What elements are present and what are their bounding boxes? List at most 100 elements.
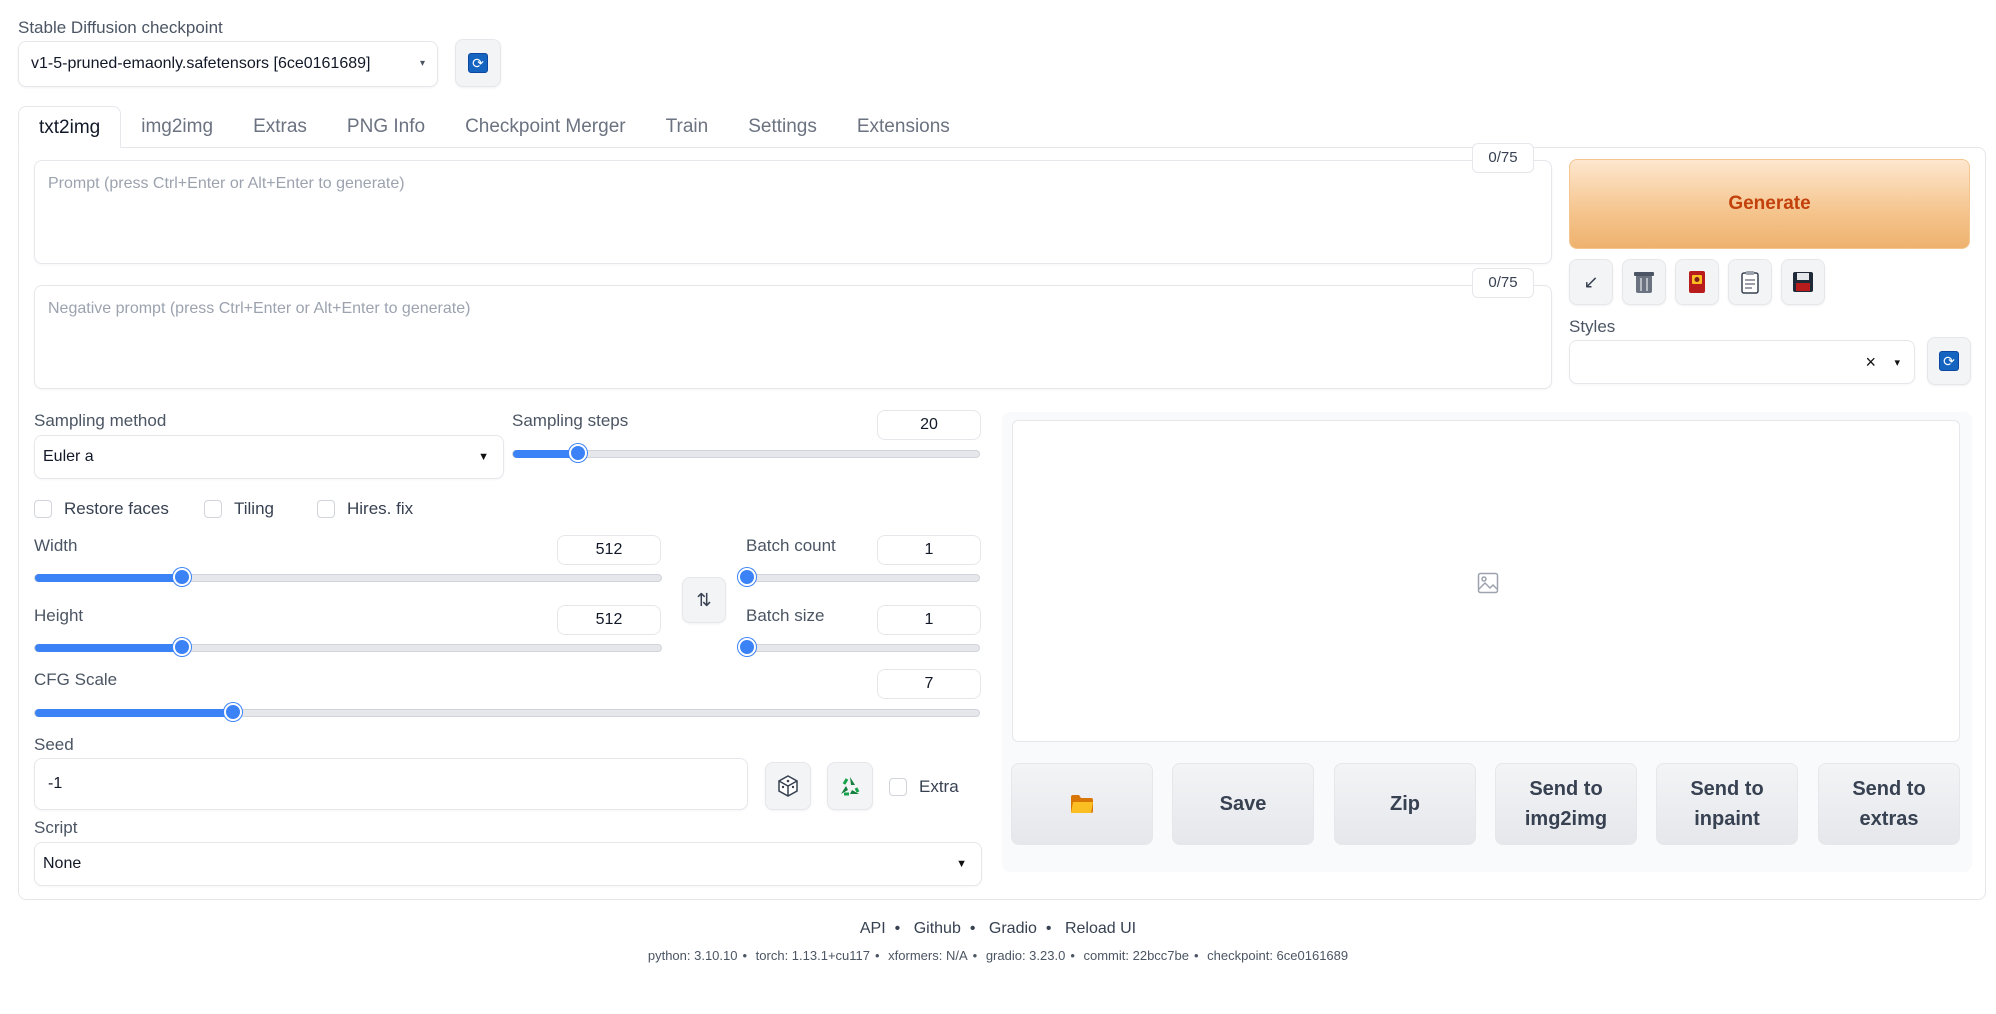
tab-extensions[interactable]: Extensions <box>837 106 970 148</box>
chevron-down-icon: ▾ <box>1894 356 1900 369</box>
image-placeholder-icon <box>1477 572 1499 594</box>
python-version: python: 3.10.10 <box>647 948 738 963</box>
checkpoint-value: v1-5-pruned-emaonly.safetensors [6ce0161… <box>31 55 371 72</box>
trash-icon <box>1634 272 1654 293</box>
seed-input[interactable]: -1 <box>34 758 748 810</box>
refresh-icon: ⟳ <box>1939 351 1959 371</box>
red-book-icon <box>1689 271 1705 293</box>
open-folder-button[interactable] <box>1011 763 1153 845</box>
batch-count-label: Batch count <box>746 536 836 555</box>
zip-button[interactable]: Zip <box>1334 763 1476 845</box>
tab-train[interactable]: Train <box>646 106 729 148</box>
prompt-token-counter: 0/75 <box>1472 143 1534 173</box>
prompt-placeholder: Prompt (press Ctrl+Enter or Alt+Enter to… <box>48 175 405 192</box>
batch-size-slider[interactable] <box>738 638 980 656</box>
slider-thumb[interactable] <box>173 568 192 586</box>
batch-size-input[interactable]: 1 <box>877 605 981 635</box>
cfg-scale-label: CFG Scale <box>34 670 118 689</box>
github-link[interactable]: Github <box>914 920 961 937</box>
hires-fix-label: Hires. fix <box>347 499 414 518</box>
chevron-down-icon: ▼ <box>956 858 967 870</box>
extra-seed-checkbox[interactable]: Extra <box>889 777 959 797</box>
cfg-scale-input[interactable]: 7 <box>877 669 981 699</box>
chevron-down-icon: ▾ <box>419 58 425 69</box>
tab-extras[interactable]: Extras <box>233 106 327 148</box>
clear-prompt-button[interactable] <box>1622 259 1666 305</box>
reload-ui-link[interactable]: Reload UI <box>1065 920 1136 937</box>
footer-links: API • Github • Gradio • Reload UI <box>859 920 1137 937</box>
recycle-icon <box>841 777 860 796</box>
refresh-styles-button[interactable]: ⟳ <box>1927 337 1971 385</box>
clear-icon[interactable]: × <box>1865 352 1876 373</box>
folder-icon <box>1071 795 1093 813</box>
negative-prompt-token-counter: 0/75 <box>1472 268 1534 298</box>
tiling-label: Tiling <box>234 499 274 518</box>
apply-styles-button[interactable] <box>1728 259 1772 305</box>
send-to-img2img-button[interactable]: Send to img2img <box>1495 763 1637 845</box>
refresh-checkpoint-button[interactable]: ⟳ <box>455 39 501 87</box>
slider-thumb[interactable] <box>738 638 756 656</box>
height-input[interactable]: 512 <box>557 605 661 635</box>
extra-networks-button[interactable] <box>1675 259 1719 305</box>
version-info: python: 3.10.10 • torch: 1.13.1+cu117 • xf… <box>647 948 1349 963</box>
dice-icon <box>778 775 798 797</box>
styles-label: Styles <box>1569 317 1616 336</box>
width-label: Width <box>34 536 78 555</box>
generate-button[interactable]: Generate <box>1569 159 1970 249</box>
swap-dimensions-button[interactable]: ⇅ <box>682 577 726 623</box>
slider-thumb[interactable] <box>173 638 192 656</box>
height-label: Height <box>34 606 84 625</box>
send-to-inpaint-button[interactable]: Send to inpaint <box>1656 763 1798 845</box>
tiling-checkbox[interactable]: Tiling <box>204 499 274 519</box>
refresh-icon: ⟳ <box>468 53 488 73</box>
hires-fix-checkbox[interactable]: Hires. fix <box>317 499 413 519</box>
seed-label: Seed <box>34 735 74 754</box>
gradio-link[interactable]: Gradio <box>989 920 1037 937</box>
image-gallery <box>1012 420 1960 742</box>
batch-count-slider[interactable] <box>738 568 980 586</box>
tab-png-info[interactable]: PNG Info <box>327 106 445 148</box>
sampling-steps-label: Sampling steps <box>512 411 629 430</box>
restore-faces-label: Restore faces <box>64 499 169 518</box>
tab-checkpoint-merger[interactable]: Checkpoint Merger <box>445 106 646 148</box>
extra-label: Extra <box>919 777 959 796</box>
negative-prompt-input[interactable]: Negative prompt (press Ctrl+Enter or Alt… <box>34 285 1552 389</box>
prompt-input[interactable]: Prompt (press Ctrl+Enter or Alt+Enter to… <box>34 160 1552 264</box>
sampling-method-select[interactable]: Euler a ▼ <box>34 435 504 479</box>
sampling-method-label: Sampling method <box>34 411 167 430</box>
height-slider[interactable] <box>34 638 662 656</box>
reuse-seed-button[interactable] <box>827 762 873 810</box>
save-style-button[interactable] <box>1781 259 1825 305</box>
sampling-steps-input[interactable]: 20 <box>877 410 981 440</box>
styles-select[interactable]: × ▾ <box>1569 340 1915 384</box>
restore-faces-checkbox[interactable]: Restore faces <box>34 499 169 519</box>
api-link[interactable]: API <box>860 920 886 937</box>
xformers-version: xformers: N/A <box>888 948 968 963</box>
width-input[interactable]: 512 <box>557 535 661 565</box>
script-value: None <box>43 855 82 872</box>
batch-count-input[interactable]: 1 <box>877 535 981 565</box>
script-label: Script <box>34 818 78 837</box>
tab-settings[interactable]: Settings <box>728 106 837 148</box>
random-seed-button[interactable] <box>765 762 811 810</box>
read-generation-params-button[interactable]: ↙ <box>1569 259 1613 305</box>
checkpoint-select[interactable]: v1-5-pruned-emaonly.safetensors [6ce0161… <box>18 41 438 87</box>
swap-arrows-icon: ⇅ <box>696 589 712 610</box>
batch-size-label: Batch size <box>746 606 825 625</box>
seed-value: -1 <box>48 775 63 792</box>
width-slider[interactable] <box>34 568 662 586</box>
checkpoint-label: Stable Diffusion checkpoint <box>18 18 223 37</box>
send-to-extras-button[interactable]: Send to extras <box>1818 763 1960 845</box>
cfg-scale-slider[interactable] <box>34 703 980 721</box>
tab-txt2img[interactable]: txt2img <box>18 106 122 148</box>
arrow-down-left-icon: ↙ <box>1583 271 1599 292</box>
chevron-down-icon: ▼ <box>478 451 489 463</box>
tab-bar: txt2img img2img Extras PNG Info Checkpoi… <box>18 106 970 148</box>
save-button[interactable]: Save <box>1172 763 1314 845</box>
tab-img2img[interactable]: img2img <box>121 106 233 148</box>
sampling-steps-slider[interactable] <box>512 444 980 462</box>
script-select[interactable]: None ▼ <box>34 842 982 886</box>
slider-thumb[interactable] <box>738 568 756 586</box>
clipboard-icon <box>1741 271 1759 294</box>
negative-prompt-placeholder: Negative prompt (press Ctrl+Enter or Alt… <box>48 300 471 317</box>
